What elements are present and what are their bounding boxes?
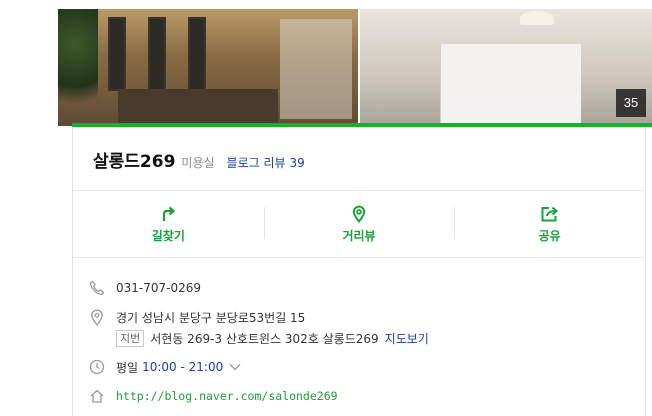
- clock-icon: [88, 358, 106, 376]
- homepage-link[interactable]: http://blog.naver.com/salonde269: [116, 389, 338, 403]
- jibun-row: 지번 서현동 269-3 산호트윈스 302호 살롱드269 지도보기: [116, 330, 429, 347]
- hours-day: 평일: [116, 360, 139, 375]
- salon-counter: [118, 89, 278, 126]
- hours-row[interactable]: 평일 10:00 - 21:00: [88, 358, 241, 376]
- chevron-down-icon[interactable]: [229, 360, 241, 374]
- phone-number[interactable]: 031-707-0269: [116, 281, 201, 295]
- address-row: 경기 성남시 분당구 분당로53번길 15: [88, 308, 305, 326]
- blog-review-link[interactable]: 블로그 리뷰 39: [227, 154, 305, 171]
- place-category: 미용실: [181, 156, 215, 170]
- photo-gallery[interactable]: [58, 9, 652, 126]
- mirror: [148, 17, 166, 91]
- location-pin-icon: [88, 308, 106, 326]
- glass-door: [280, 19, 352, 119]
- hours-time: 10:00 - 21:00: [142, 360, 224, 374]
- mirror: [188, 17, 206, 91]
- gallery-photo-locker-room[interactable]: [360, 9, 652, 126]
- directions-label: 길찾기: [151, 228, 185, 243]
- blog-review-label: 블로그 리뷰: [226, 156, 286, 170]
- share-label: 공유: [538, 228, 561, 243]
- title-row: 살롱드269 미용실 블로그 리뷰 39: [93, 147, 305, 172]
- share-button[interactable]: 공유: [454, 191, 645, 257]
- directions-icon: [159, 205, 177, 223]
- blog-review-count: 39: [289, 156, 305, 170]
- homepage-row: http://blog.naver.com/salonde269: [88, 387, 338, 405]
- street-view-icon: [350, 205, 368, 223]
- jibun-tag: 지번: [116, 330, 145, 347]
- phone-row: 031-707-0269: [88, 279, 201, 297]
- phone-icon: [88, 279, 106, 297]
- plant-decoration: [58, 9, 98, 126]
- directions-button[interactable]: 길찾기: [73, 191, 264, 257]
- jibun-address: 서현동 269-3 산호트윈스 302호 살롱드269: [150, 332, 379, 346]
- road-address: 경기 성남시 분당구 분당로53번길 15: [116, 310, 306, 325]
- divider: [73, 257, 645, 258]
- place-name: 살롱드269: [93, 152, 176, 172]
- street-view-button[interactable]: 거리뷰: [263, 191, 455, 257]
- street-view-label: 거리뷰: [342, 228, 376, 243]
- pendant-lamp: [520, 11, 554, 25]
- share-icon: [540, 205, 560, 223]
- view-map-link[interactable]: 지도보기: [385, 330, 429, 347]
- gallery-photo-salon-interior[interactable]: [58, 9, 358, 126]
- lockers: [440, 44, 581, 126]
- action-bar: 길찾기 거리뷰 공유: [73, 191, 645, 257]
- home-icon: [88, 387, 106, 405]
- mirror: [108, 17, 126, 91]
- photo-count-badge[interactable]: 35: [616, 89, 646, 117]
